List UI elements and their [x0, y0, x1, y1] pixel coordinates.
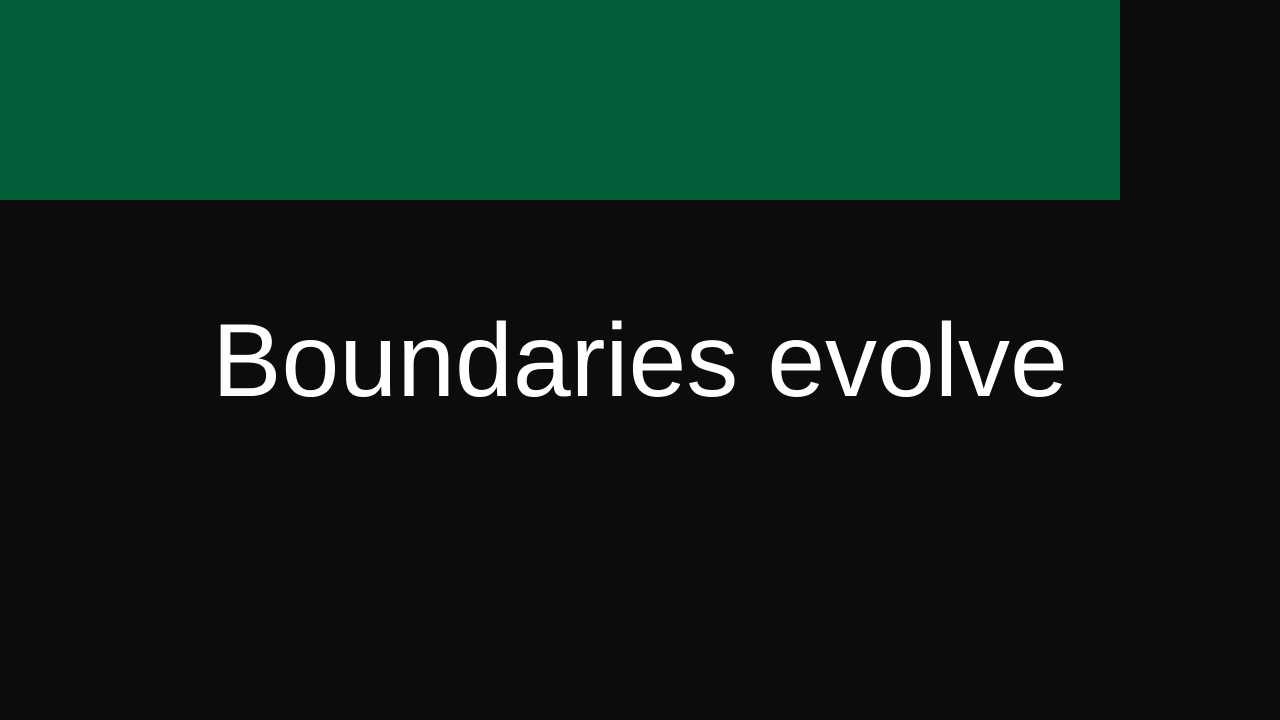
accent-band [0, 0, 1120, 200]
slide-headline: Boundaries evolve [212, 303, 1068, 419]
